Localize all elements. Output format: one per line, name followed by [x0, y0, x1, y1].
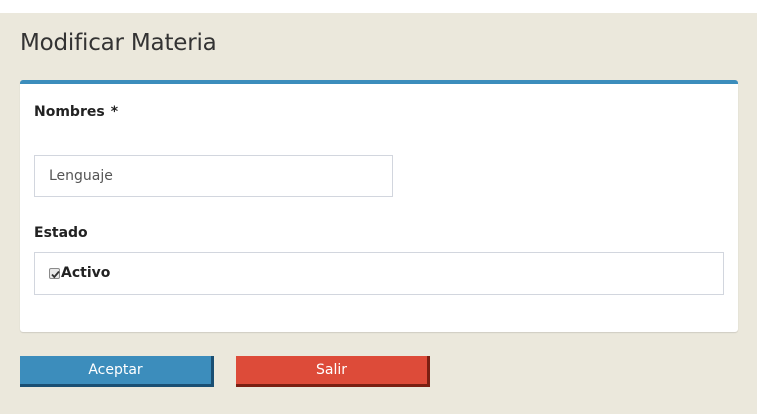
accept-button[interactable]: Aceptar	[20, 356, 214, 387]
nombres-label-text: Nombres	[34, 104, 105, 120]
exit-button[interactable]: Salir	[236, 356, 430, 387]
estado-checkbox-container: Activo	[34, 252, 724, 295]
form-panel: Nombres * Estado Activo	[20, 80, 738, 332]
activo-checkbox-label[interactable]: Activo	[49, 265, 110, 281]
estado-label: Estado	[34, 225, 88, 241]
nombres-input[interactable]	[34, 155, 393, 197]
nombres-label: Nombres *	[34, 104, 118, 120]
activo-checkbox[interactable]	[49, 267, 60, 279]
page-container: Modificar Materia Nombres * Estado Activo…	[0, 13, 757, 414]
activo-label-text: Activo	[61, 265, 111, 281]
page-title: Modificar Materia	[20, 30, 217, 56]
required-mark: *	[110, 104, 119, 120]
checkmark-icon	[51, 270, 60, 278]
